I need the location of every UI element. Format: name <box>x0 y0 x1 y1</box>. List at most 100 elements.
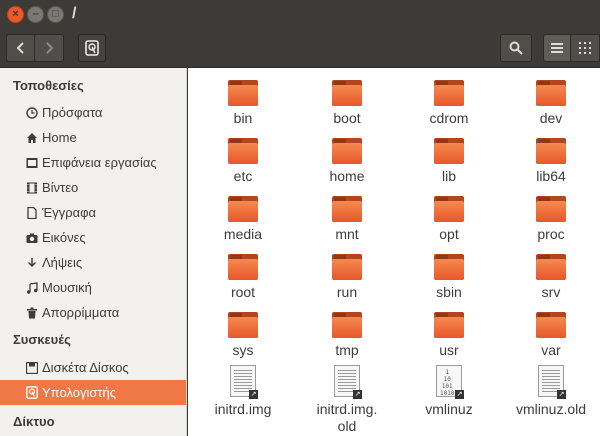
file-name: lib64 <box>536 168 566 184</box>
sidebar-item-label: Δισκέτα Δίσκος <box>42 360 129 375</box>
forward-button[interactable] <box>35 34 64 62</box>
devices-header: Συσκευές <box>13 332 71 347</box>
folder-icon <box>434 138 464 164</box>
folder-item[interactable]: etc <box>193 138 293 185</box>
folder-item[interactable]: proc <box>501 196 600 243</box>
sidebar-item-label: Πρόσφατα <box>42 105 103 120</box>
sidebar-item-label: Απορρίμματα <box>42 305 120 320</box>
sidebar-item-desktop[interactable]: Επιφάνεια εργασίας <box>0 150 186 175</box>
sidebar-item-home[interactable]: Home <box>0 125 186 150</box>
folder-item[interactable]: dev <box>501 80 600 127</box>
document-icon <box>25 206 38 219</box>
sidebar-item-computer[interactable]: Υπολογιστής <box>0 380 186 405</box>
folder-item[interactable]: sbin <box>399 254 499 301</box>
folder-item[interactable]: cdrom <box>399 80 499 127</box>
folder-item[interactable]: lib64 <box>501 138 600 185</box>
network-header: Δίκτυο <box>13 414 55 429</box>
file-name: sys <box>232 342 254 358</box>
sidebar-item-label: Λήψεις <box>42 255 83 270</box>
folder-item[interactable]: tmp <box>297 312 397 359</box>
folder-icon <box>434 196 464 222</box>
sidebar-item-label: Υπολογιστής <box>42 385 117 400</box>
location-drive-button[interactable] <box>78 34 106 62</box>
sidebar-item-label: Βίντεο <box>42 180 79 195</box>
chevron-right-icon <box>46 42 54 54</box>
file-name-line2: old <box>337 418 357 434</box>
file-name: vmlinuz.old <box>515 401 587 417</box>
folder-icon <box>332 254 362 280</box>
file-name: usr <box>439 342 459 358</box>
file-name: media <box>223 226 263 242</box>
folder-item[interactable]: srv <box>501 254 600 301</box>
sidebar-item-downloads[interactable]: Λήψεις <box>0 250 186 275</box>
maximize-icon: □ <box>52 8 59 20</box>
folder-item[interactable]: usr <box>399 312 499 359</box>
folder-item[interactable]: home <box>297 138 397 185</box>
folder-item[interactable]: boot <box>297 80 397 127</box>
binary-file-icon: 1 10 101 1010 ↗ <box>436 365 464 399</box>
file-link-icon: ↗ <box>538 365 566 399</box>
window-title: / <box>72 5 77 22</box>
sidebar-item-floppy[interactable]: Δισκέτα Δίσκος <box>0 355 186 380</box>
drive-icon <box>85 40 99 56</box>
folder-icon <box>434 80 464 106</box>
sidebar-item-videos[interactable]: Βίντεο <box>0 175 186 200</box>
folder-icon <box>536 138 566 164</box>
file-item[interactable]: 1 10 101 1010 ↗ vmlinuz <box>399 365 499 418</box>
title-bar: × – □ / <box>0 0 600 30</box>
folder-item[interactable]: bin <box>193 80 293 127</box>
list-view-button[interactable] <box>543 34 571 62</box>
maximize-button[interactable]: □ <box>47 6 64 23</box>
sidebar-item-pictures[interactable]: Εικόνες <box>0 225 186 250</box>
sidebar-item-trash[interactable]: Απορρίμματα <box>0 300 186 325</box>
file-name: dev <box>539 110 563 126</box>
grid-view-button[interactable] <box>571 34 600 62</box>
file-name: var <box>541 342 561 358</box>
download-icon <box>25 256 38 269</box>
folder-item[interactable]: run <box>297 254 397 301</box>
file-name: vmlinuz <box>425 401 473 417</box>
file-name: home <box>329 168 365 184</box>
sidebar-item-music[interactable]: Μουσική <box>0 275 186 300</box>
file-link-icon: ↗ <box>334 365 362 399</box>
folder-icon <box>228 312 258 338</box>
close-button[interactable]: × <box>7 6 24 23</box>
folder-icon <box>332 138 362 164</box>
file-name: proc <box>537 226 565 242</box>
folder-item[interactable]: sys <box>193 312 293 359</box>
folder-item[interactable]: var <box>501 312 600 359</box>
folder-icon <box>536 196 566 222</box>
music-icon <box>25 281 38 294</box>
file-item[interactable]: ↗ vmlinuz.old <box>501 365 600 418</box>
file-grid: bin boot cdrom dev etc home lib lib64 me… <box>188 68 600 436</box>
file-name: run <box>336 284 358 300</box>
trash-icon <box>25 306 38 319</box>
folder-item[interactable]: root <box>193 254 293 301</box>
search-button[interactable] <box>500 34 532 62</box>
sidebar-item-recent[interactable]: Πρόσφατα <box>0 100 186 125</box>
folder-icon <box>536 254 566 280</box>
folder-icon <box>434 254 464 280</box>
back-button[interactable] <box>6 34 35 62</box>
folder-icon <box>332 312 362 338</box>
sidebar-item-documents[interactable]: Έγγραφα <box>0 200 186 225</box>
folder-icon <box>228 80 258 106</box>
folder-item[interactable]: mnt <box>297 196 397 243</box>
home-icon <box>25 131 38 144</box>
binary-glyph: 1 10 101 1010 <box>440 369 455 397</box>
folder-item[interactable]: opt <box>399 196 499 243</box>
folder-item[interactable]: media <box>193 196 293 243</box>
minimize-button[interactable]: – <box>27 6 44 23</box>
folder-icon <box>434 312 464 338</box>
file-name: tmp <box>335 342 359 358</box>
sidebar-item-label: Επιφάνεια εργασίας <box>42 155 157 170</box>
file-item[interactable]: ↗ initrd.img <box>193 365 293 418</box>
folder-item[interactable]: lib <box>399 138 499 185</box>
file-name: root <box>230 284 256 300</box>
places-header: Τοποθεσίες <box>13 78 84 93</box>
computer-icon <box>25 386 38 399</box>
camera-icon <box>25 231 38 244</box>
file-name: initrd.img. <box>316 401 378 417</box>
sidebar-item-label: Home <box>42 130 77 145</box>
file-item[interactable]: ↗ initrd.img. old <box>297 365 397 435</box>
